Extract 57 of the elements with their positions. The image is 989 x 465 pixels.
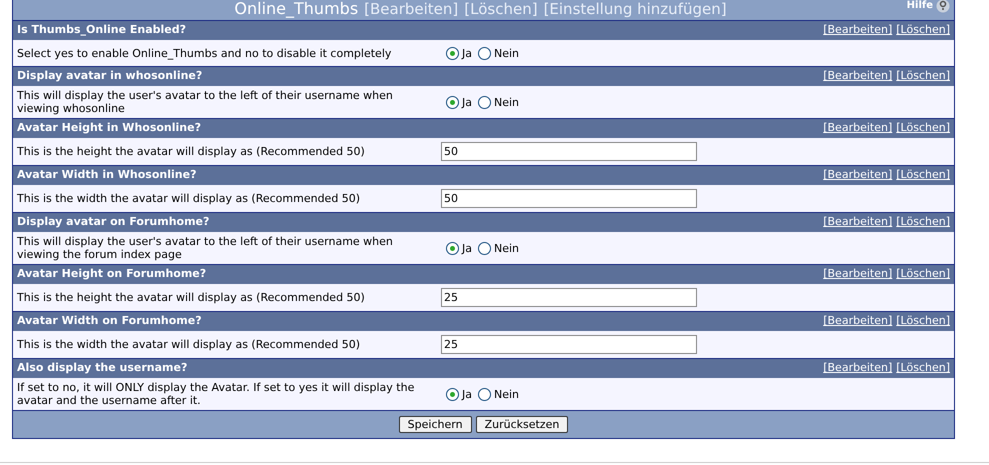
setting-title: Display avatar in whosonline? [17,68,202,84]
action-link[interactable]: [Löschen] [896,167,950,184]
setting-title: Display avatar on Forumhome? [17,214,210,230]
radio-option[interactable]: Ja [446,44,472,62]
setting-title: Avatar Width in Whosonline? [17,167,196,184]
radio-option[interactable]: Ja [446,238,472,258]
action-link[interactable]: [Löschen] [896,22,950,39]
radio-button[interactable] [478,388,491,400]
action-link[interactable]: [Bearbeiten] [823,167,892,184]
setting-description: This is the height the avatar will display as (Recommended 50) [17,291,366,304]
setting-title: Avatar Width on Forumhome? [17,313,202,330]
radio-button[interactable] [446,96,459,108]
input-field[interactable]: 25 [441,335,697,354]
action-link[interactable]: [Bearbeiten] [823,22,892,39]
radio-option[interactable]: Nein [478,92,520,112]
setting-title: Also display the username? [17,360,188,376]
setting-description: If set to no, it will ONLY display the Avatar. If set to yes it will display the avatar and the username after it. [17,381,416,407]
radio-button[interactable] [446,242,459,254]
radio-button[interactable] [478,46,491,60]
action-link[interactable]: [Löschen] [896,266,950,283]
action-link[interactable]: [Löschen] [896,313,950,330]
radio-button[interactable] [478,96,491,108]
setting-title: Avatar Height on Forumhome? [17,266,206,282]
radio-button[interactable] [446,46,459,60]
action-link[interactable]: [Bearbeiten] [823,360,892,377]
action-link[interactable]: [Bearbeiten] [823,266,892,283]
action-link[interactable]: [Löschen] [896,68,950,85]
radio-option[interactable]: Nein [478,384,520,404]
setting-title: Avatar Height in Whosonline? [17,120,201,136]
radio-option[interactable]: Ja [446,384,472,404]
input-field[interactable]: 25 [441,288,697,307]
radio-button[interactable] [478,242,491,254]
help-link[interactable]: Hilfe [906,0,933,13]
setting-description: This is the width the avatar will display as (Recommended 50) [17,192,362,205]
radio-option[interactable]: Nein [478,238,520,258]
input-field[interactable]: 50 [441,142,697,161]
setting-description: Select yes to enable Online_Thumbs and no to disable it completely [17,46,392,60]
form-button[interactable]: Zurücksetzen [476,416,568,433]
action-link[interactable]: [Bearbeiten] [823,214,892,231]
action-link[interactable]: [Bearbeiten] [823,313,892,330]
radio-option[interactable]: Ja [446,92,472,112]
setting-description: This will display the user's avatar to the left of their username when viewing the forum index page [17,235,394,261]
input-field[interactable]: 50 [441,189,697,208]
form-button[interactable]: Speichern [398,416,472,433]
radio-button[interactable] [446,388,459,400]
setting-title: Is Thumbs_Online Enabled? [17,22,186,38]
action-link[interactable]: [Bearbeiten] [823,120,892,137]
action-link[interactable]: [Löschen] [896,360,950,377]
help-icon[interactable] [936,0,950,12]
panel-title: Online_Thumbs [234,0,358,20]
setting-description: This will display the user's avatar to the left of their username when viewing whosonline [17,89,394,115]
action-link[interactable]: [Löschen] [896,214,950,231]
radio-option[interactable]: Nein [478,44,520,62]
setting-description: This is the height the avatar will display as (Recommended 50) [17,145,366,158]
action-link[interactable]: [Bearbeiten] [823,68,892,85]
action-link[interactable]: [Löschen] [896,120,950,137]
setting-description: This is the width the avatar will display as (Recommended 50) [17,338,362,351]
